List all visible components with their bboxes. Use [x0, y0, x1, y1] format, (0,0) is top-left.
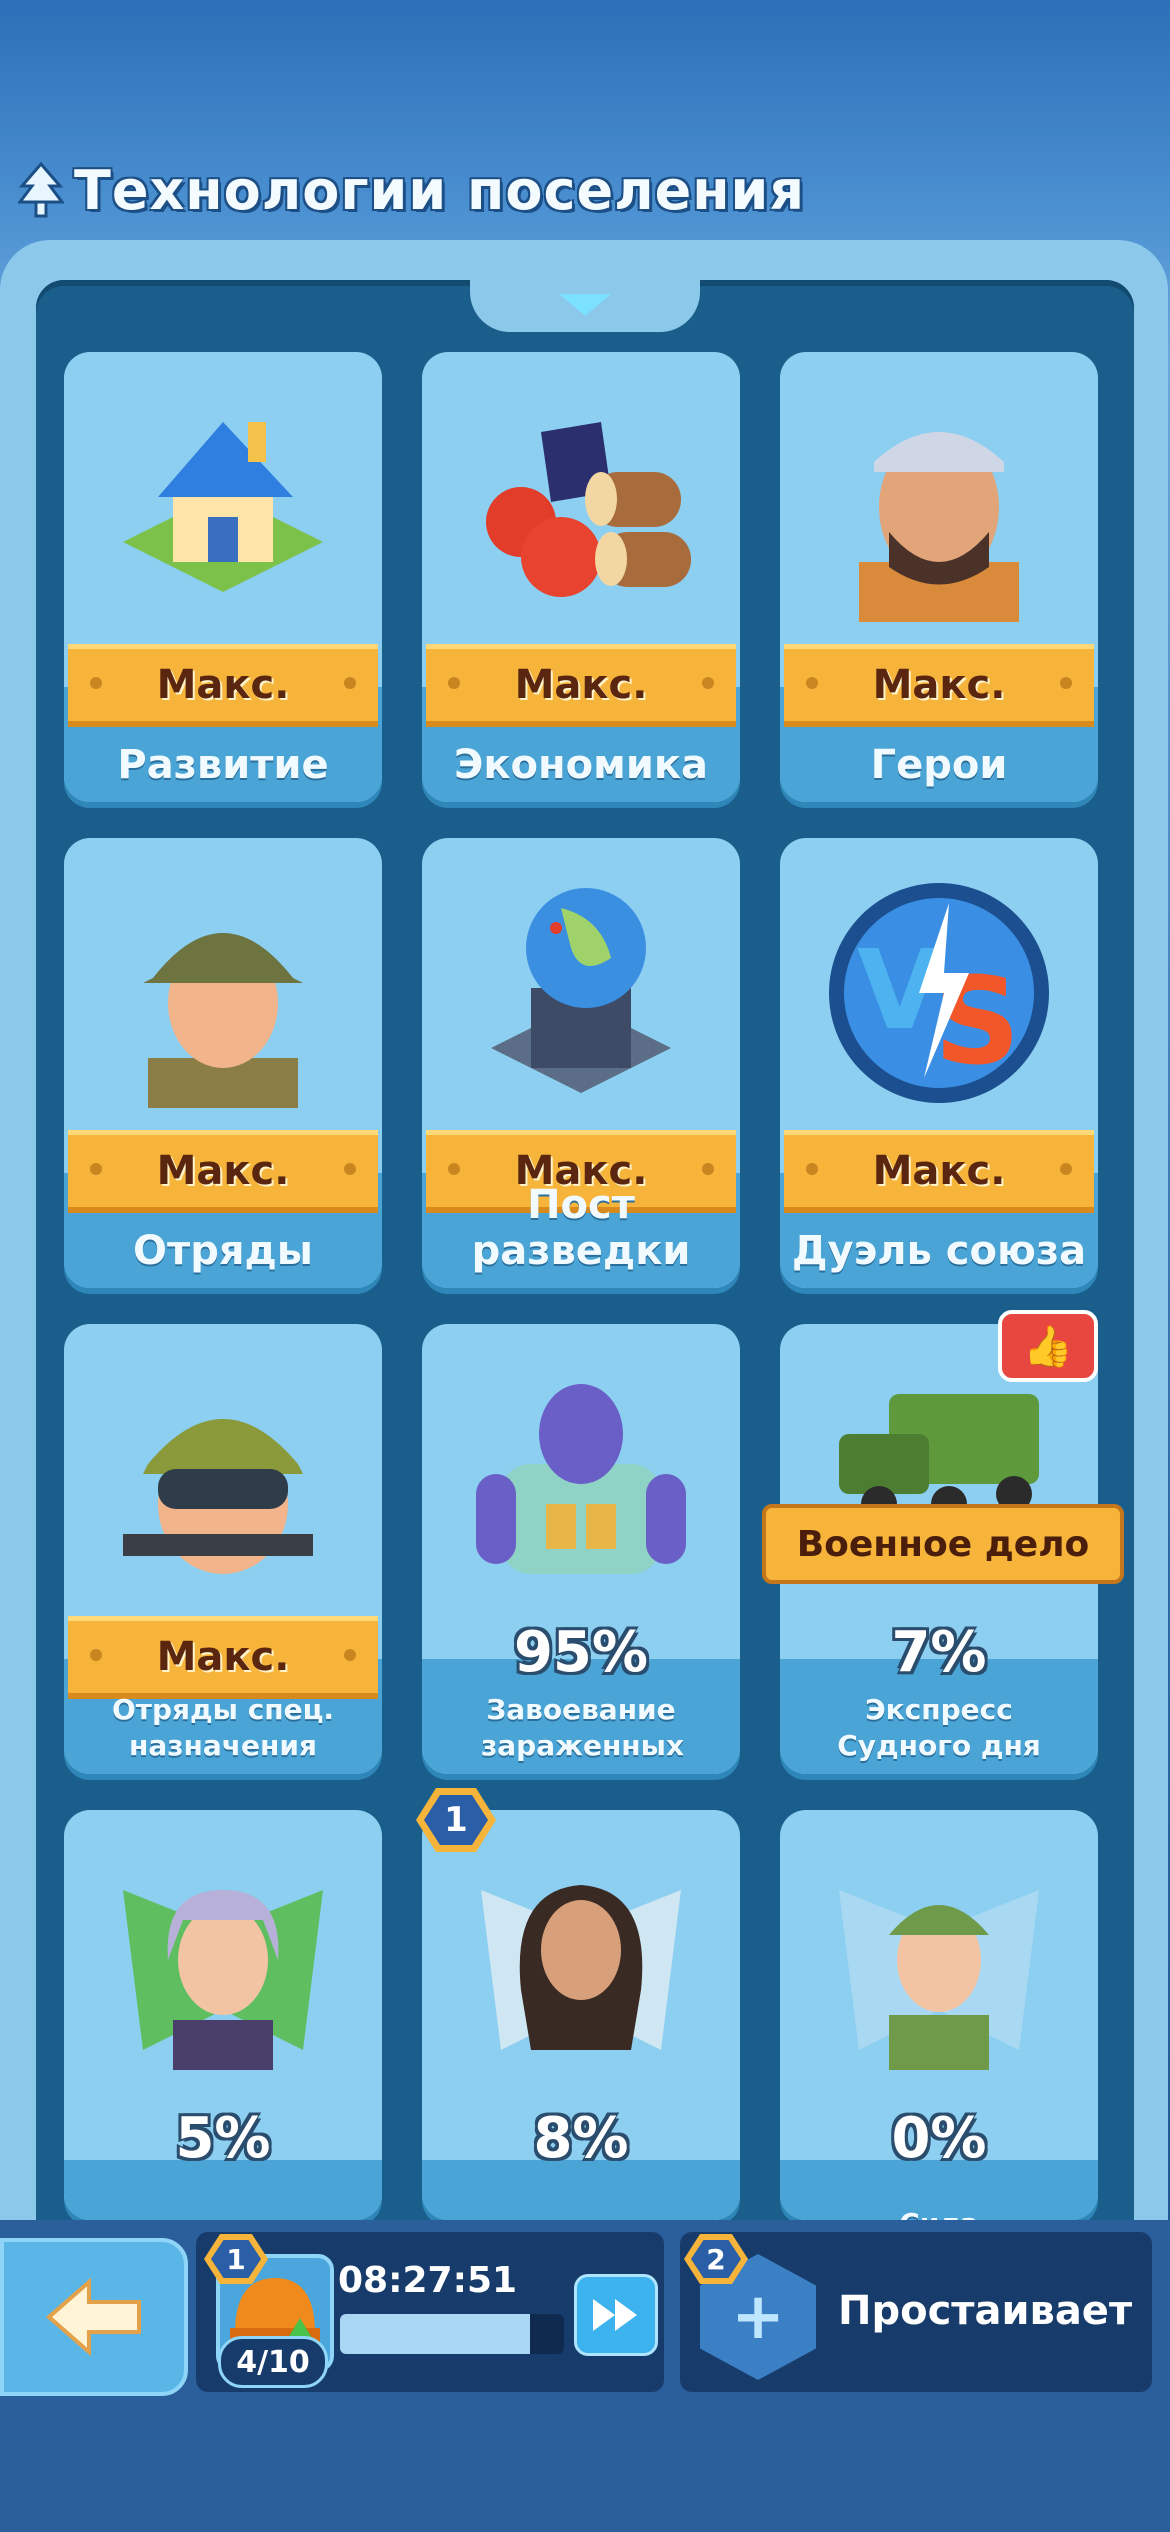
- speed-up-button[interactable]: [574, 2274, 658, 2356]
- progress-percent: 95%: [513, 1620, 649, 1685]
- max-level-ribbon: Макс.: [784, 644, 1094, 727]
- tech-card-economy[interactable]: Макс. Экономика: [422, 352, 740, 802]
- worker-count: 4/10: [218, 2336, 328, 2388]
- research-queue-panel: 1 4/10 08:27:51: [196, 2232, 664, 2392]
- max-level-ribbon: Макс.: [784, 1130, 1094, 1213]
- hero-girl-icon: [84, 1830, 362, 2100]
- collapse-toggle[interactable]: [470, 278, 700, 332]
- special-forces-icon: [84, 1344, 362, 1614]
- tech-card-alliance-duel[interactable]: V S Макс. Дуэль союза: [780, 838, 1098, 1288]
- card-label: Пост разведки: [471, 1182, 691, 1274]
- tech-card-hero-3[interactable]: 0% Сила: [780, 1810, 1098, 2228]
- tech-card-heroes[interactable]: Макс. Герои: [780, 352, 1098, 802]
- page-header: Технологии поселения: [18, 150, 805, 230]
- globe-icon: [442, 858, 720, 1128]
- card-label: Дуэль союза: [791, 1228, 1087, 1274]
- zombie-icon: [442, 1344, 720, 1614]
- soldier-icon: [84, 858, 362, 1128]
- card-label: Герои: [870, 742, 1008, 788]
- tech-card-hero-2[interactable]: 1 8%: [416, 1788, 740, 2220]
- tech-card-development[interactable]: Макс. Развитие: [64, 352, 382, 802]
- fast-forward-icon: [593, 2299, 637, 2331]
- thumbs-up-icon: 👍: [998, 1310, 1098, 1382]
- versus-icon: V S: [800, 858, 1078, 1128]
- tree-icon: [18, 162, 64, 218]
- page-title: Технологии поселения: [74, 158, 806, 222]
- idle-status-label: Простаивает: [838, 2288, 1133, 2334]
- house-icon: [84, 372, 362, 642]
- research-timer: 08:27:51: [338, 2260, 518, 2301]
- research-progress-bar: [340, 2314, 564, 2354]
- back-button[interactable]: [0, 2238, 188, 2396]
- research-progress-fill: [340, 2314, 531, 2354]
- hero-icon: [800, 372, 1078, 642]
- max-level-ribbon: Макс.: [68, 644, 378, 727]
- card-label: Завоевание зараженных: [481, 1693, 685, 1762]
- resources-icon: [442, 372, 720, 642]
- card-label: Развитие: [117, 742, 329, 788]
- hero-woman-icon: [442, 1830, 720, 2100]
- progress-percent: 7%: [891, 1620, 987, 1685]
- max-level-ribbon: Макс.: [68, 1616, 378, 1699]
- alliance-help-panel[interactable]: + 2 Простаивает: [680, 2232, 1152, 2392]
- card-label: Экспресс Судного дня: [837, 1693, 1041, 1762]
- tech-card-special-forces[interactable]: Макс. Отряды спец. назначения: [64, 1324, 382, 1774]
- progress-percent: 0%: [891, 2106, 987, 2171]
- hero-soldier-girl-icon: [800, 1830, 1078, 2100]
- progress-percent: 5%: [175, 2106, 271, 2171]
- chevron-down-icon: [559, 294, 611, 316]
- tech-card-squads[interactable]: Макс. Отряды: [64, 838, 382, 1288]
- card-label: Отряды спец. назначения: [111, 1693, 335, 1762]
- arrow-left-icon: [45, 2277, 141, 2357]
- tech-card-scout-post[interactable]: Макс. Пост разведки: [422, 838, 740, 1288]
- card-label: Экономика: [454, 742, 708, 788]
- max-level-ribbon: Макс.: [68, 1130, 378, 1213]
- tech-card-infected-conquest[interactable]: 95% Завоевание зараженных: [422, 1324, 740, 1774]
- progress-percent: 8%: [533, 2106, 629, 2171]
- card-label: Отряды: [133, 1228, 313, 1274]
- tech-card-hero-1[interactable]: 5%: [64, 1810, 382, 2220]
- tech-card-doomsday-express[interactable]: Военное дело 👍 7% Экспресс Судного дня: [762, 1310, 1124, 1774]
- max-level-ribbon: Макс.: [426, 644, 736, 727]
- military-tag: Военное дело: [762, 1504, 1124, 1584]
